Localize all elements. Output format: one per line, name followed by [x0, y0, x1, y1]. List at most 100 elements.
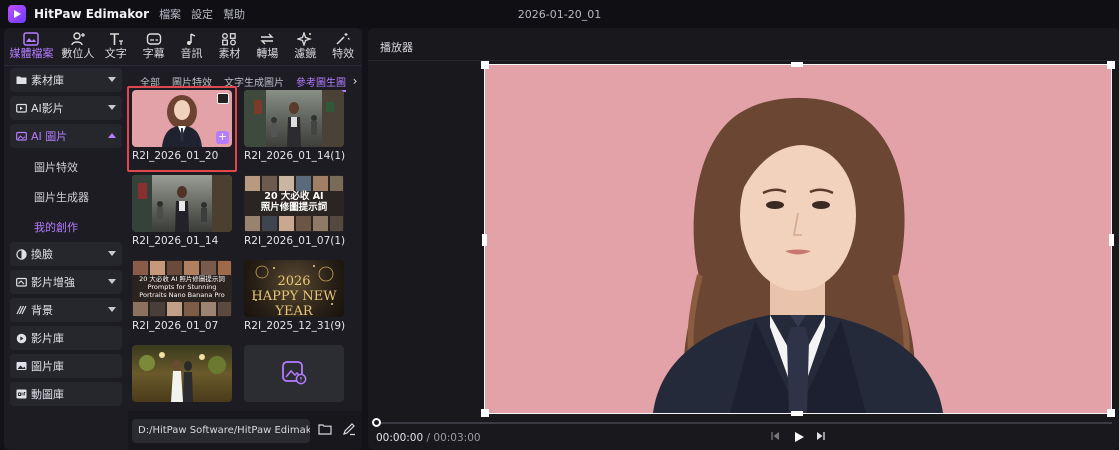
- thumbnail-overlay-text: 20 大必收 AI 照片修圖提示詞 Prompts for Stunning P…: [139, 275, 225, 299]
- save-path-input[interactable]: [132, 418, 310, 443]
- category-label: 素材庫: [31, 74, 64, 87]
- media-thumbnail: [132, 175, 232, 232]
- media-card[interactable]: 2026 HAPPY NEW YEAR R2I_2025_12_31(9): [244, 260, 346, 332]
- media-card[interactable]: R2I_2026_01_14: [132, 175, 232, 247]
- music-note-icon: [184, 30, 200, 47]
- video-preview[interactable]: [481, 61, 1115, 417]
- tab-reference-to-image[interactable]: 參考圖生圖: [296, 74, 346, 92]
- chevron-up-icon: [108, 133, 116, 138]
- tool-effects[interactable]: 特效: [324, 30, 362, 64]
- path-bar: [128, 411, 362, 450]
- image-type-icon: [217, 93, 229, 104]
- main-toolbar: 媒體檔案 數位人 文字 字幕 音訊 素材 轉場 濾鏡 特效: [4, 28, 362, 66]
- tool-transition[interactable]: 轉場: [248, 30, 286, 64]
- text-icon: [108, 30, 124, 47]
- media-thumbnail: +: [132, 90, 232, 147]
- category-sidebar: 素材庫 AI影片 AI 圖片 圖片特效 圖片生成器 我的創作 換臉 影片增強 背…: [10, 68, 122, 410]
- resize-handle[interactable]: [1107, 409, 1115, 417]
- media-card[interactable]: + R2I_2026_01_20: [132, 90, 232, 162]
- media-thumbnail: [132, 345, 232, 402]
- category-gif-library[interactable]: 動圖庫: [10, 382, 122, 406]
- category-image-library[interactable]: 圖片庫: [10, 354, 122, 378]
- category-material-library[interactable]: 素材庫: [10, 68, 122, 92]
- thumbnail-overlay-text: 20 大必收 AI 照片修圖提示詞: [260, 191, 328, 213]
- tool-filter[interactable]: 濾鏡: [286, 30, 324, 64]
- effects-icon: [335, 30, 351, 47]
- media-caption: R2I_2026_01_14: [132, 235, 219, 247]
- edit-pencil-icon[interactable]: [342, 422, 356, 439]
- media-thumbnail: 20 大必收 AI 照片修圖提示詞: [244, 175, 344, 232]
- add-image-icon: [281, 359, 307, 388]
- add-to-timeline-icon[interactable]: +: [216, 131, 229, 144]
- subtitle-icon: [146, 30, 162, 47]
- subitem-my-creations[interactable]: 我的創作: [10, 212, 122, 242]
- category-video-enhance[interactable]: 影片增強: [10, 270, 122, 294]
- playback-timeline[interactable]: [376, 422, 1112, 424]
- media-card-placeholder[interactable]: [244, 345, 344, 402]
- category-face-swap[interactable]: 換臉: [10, 242, 122, 266]
- resize-handle[interactable]: [791, 62, 803, 67]
- media-panel: 媒體檔案 數位人 文字 字幕 音訊 素材 轉場 濾鏡 特效 素材庫 AI影片 A…: [4, 28, 362, 450]
- media-icon: [23, 30, 40, 47]
- menu-file[interactable]: 檔案: [159, 6, 181, 22]
- face-swap-icon: [16, 248, 28, 260]
- app-name: HitPaw Edimakor: [34, 7, 150, 21]
- step-back-icon[interactable]: [770, 431, 780, 441]
- chevron-down-icon: [108, 251, 116, 256]
- media-thumbnail: 20 大必收 AI 照片修圖提示詞 Prompts for Stunning P…: [132, 260, 232, 317]
- gif-icon: [16, 388, 28, 400]
- category-label: 影片增強: [31, 276, 75, 289]
- sparkle-icon: [297, 30, 313, 47]
- play-icon[interactable]: [793, 431, 805, 443]
- media-card[interactable]: [132, 345, 232, 405]
- resize-handle[interactable]: [481, 409, 489, 417]
- subitem-image-generator[interactable]: 圖片生成器: [10, 182, 122, 212]
- resize-handle[interactable]: [482, 234, 487, 246]
- resize-handle[interactable]: [1107, 61, 1115, 69]
- menu-settings[interactable]: 設定: [191, 6, 213, 22]
- tool-subtitle[interactable]: 字幕: [135, 30, 173, 64]
- media-caption: R2I_2026_01_20: [132, 150, 219, 162]
- subitem-image-effects[interactable]: 圖片特效: [10, 152, 122, 182]
- media-thumbnail: [244, 90, 344, 147]
- time-display: 00:00:00 / 00:03:00: [376, 432, 481, 444]
- tool-assets[interactable]: 素材: [211, 30, 249, 64]
- media-caption: R2I_2025_12_31(9): [244, 320, 346, 332]
- image-library-icon: [16, 360, 28, 372]
- time-separator: /: [426, 432, 431, 444]
- total-time: 00:03:00: [433, 432, 481, 444]
- tool-label: 濾鏡: [294, 47, 317, 60]
- media-card[interactable]: 20 大必收 AI 照片修圖提示詞 Prompts for Stunning P…: [132, 260, 232, 332]
- category-ai-image[interactable]: AI 圖片: [10, 124, 122, 148]
- media-thumbnail: 2026 HAPPY NEW YEAR: [244, 260, 344, 317]
- category-background[interactable]: 背景: [10, 298, 122, 322]
- player-title: 播放器: [380, 41, 413, 54]
- step-forward-icon[interactable]: [816, 431, 826, 441]
- transition-icon: [259, 30, 275, 47]
- chevron-down-icon: [108, 307, 116, 312]
- tool-text[interactable]: 文字: [97, 30, 135, 64]
- tool-audio[interactable]: 音訊: [173, 30, 211, 64]
- category-label: 動圖庫: [31, 388, 64, 401]
- current-time: 00:00:00: [376, 432, 424, 444]
- category-ai-video[interactable]: AI影片: [10, 96, 122, 120]
- media-card[interactable]: 20 大必收 AI 照片修圖提示詞 R2I_2026_01_07(1): [244, 175, 345, 247]
- category-video-library[interactable]: 影片庫: [10, 326, 122, 350]
- background-icon: [16, 304, 28, 316]
- category-label: 影片庫: [31, 332, 64, 345]
- resize-handle[interactable]: [791, 411, 803, 416]
- playhead-handle[interactable]: [372, 418, 381, 427]
- tool-avatar[interactable]: 數位人: [59, 30, 97, 64]
- title-bar: HitPaw Edimakor 檔案 設定 幫助 2026-01-20_01: [0, 0, 1119, 28]
- tool-media[interactable]: 媒體檔案: [4, 30, 59, 64]
- menu-help[interactable]: 幫助: [223, 6, 245, 22]
- ai-video-icon: [16, 102, 28, 114]
- resize-handle[interactable]: [1109, 234, 1114, 246]
- folder-icon[interactable]: [318, 423, 332, 438]
- resize-handle[interactable]: [481, 61, 489, 69]
- chevron-right-icon[interactable]: ›: [348, 72, 362, 90]
- media-card[interactable]: R2I_2026_01_14(1): [244, 90, 345, 162]
- category-label: AI 圖片: [31, 130, 68, 143]
- preview-portrait: [653, 97, 943, 413]
- tool-label: 音訊: [180, 47, 203, 60]
